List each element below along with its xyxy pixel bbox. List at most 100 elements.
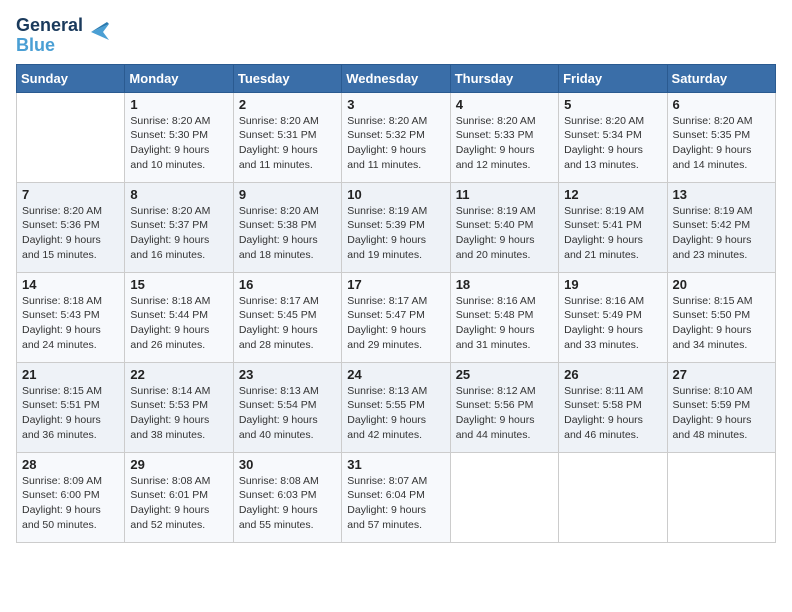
calendar-cell: 25 Sunrise: 8:12 AMSunset: 5:56 PMDaylig…: [450, 362, 558, 452]
calendar-cell: 17 Sunrise: 8:17 AMSunset: 5:47 PMDaylig…: [342, 272, 450, 362]
day-number: 6: [673, 97, 770, 112]
day-number: 8: [130, 187, 227, 202]
day-number: 3: [347, 97, 444, 112]
day-number: 2: [239, 97, 336, 112]
calendar-cell: 5 Sunrise: 8:20 AMSunset: 5:34 PMDayligh…: [559, 92, 667, 182]
day-number: 14: [22, 277, 119, 292]
calendar-cell: [17, 92, 125, 182]
day-info: Sunrise: 8:17 AMSunset: 5:47 PMDaylight:…: [347, 294, 444, 353]
day-info: Sunrise: 8:20 AMSunset: 5:38 PMDaylight:…: [239, 204, 336, 263]
day-info: Sunrise: 8:20 AMSunset: 5:30 PMDaylight:…: [130, 114, 227, 173]
day-info: Sunrise: 8:16 AMSunset: 5:48 PMDaylight:…: [456, 294, 553, 353]
day-info: Sunrise: 8:20 AMSunset: 5:34 PMDaylight:…: [564, 114, 661, 173]
logo-blue: Blue: [16, 36, 55, 56]
day-number: 10: [347, 187, 444, 202]
day-number: 31: [347, 457, 444, 472]
day-info: Sunrise: 8:20 AMSunset: 5:37 PMDaylight:…: [130, 204, 227, 263]
day-info: Sunrise: 8:12 AMSunset: 5:56 PMDaylight:…: [456, 384, 553, 443]
weekday-header-thursday: Thursday: [450, 64, 558, 92]
day-number: 22: [130, 367, 227, 382]
day-info: Sunrise: 8:14 AMSunset: 5:53 PMDaylight:…: [130, 384, 227, 443]
calendar-cell: 11 Sunrise: 8:19 AMSunset: 5:40 PMDaylig…: [450, 182, 558, 272]
day-number: 29: [130, 457, 227, 472]
day-info: Sunrise: 8:11 AMSunset: 5:58 PMDaylight:…: [564, 384, 661, 443]
day-info: Sunrise: 8:16 AMSunset: 5:49 PMDaylight:…: [564, 294, 661, 353]
calendar-cell: 8 Sunrise: 8:20 AMSunset: 5:37 PMDayligh…: [125, 182, 233, 272]
day-info: Sunrise: 8:19 AMSunset: 5:41 PMDaylight:…: [564, 204, 661, 263]
day-number: 9: [239, 187, 336, 202]
calendar-cell: 4 Sunrise: 8:20 AMSunset: 5:33 PMDayligh…: [450, 92, 558, 182]
day-info: Sunrise: 8:07 AMSunset: 6:04 PMDaylight:…: [347, 474, 444, 533]
calendar-cell: 27 Sunrise: 8:10 AMSunset: 5:59 PMDaylig…: [667, 362, 775, 452]
day-number: 16: [239, 277, 336, 292]
day-number: 26: [564, 367, 661, 382]
calendar-cell: 31 Sunrise: 8:07 AMSunset: 6:04 PMDaylig…: [342, 452, 450, 542]
calendar-cell: 14 Sunrise: 8:18 AMSunset: 5:43 PMDaylig…: [17, 272, 125, 362]
calendar-cell: 29 Sunrise: 8:08 AMSunset: 6:01 PMDaylig…: [125, 452, 233, 542]
day-number: 15: [130, 277, 227, 292]
day-info: Sunrise: 8:13 AMSunset: 5:55 PMDaylight:…: [347, 384, 444, 443]
day-number: 5: [564, 97, 661, 112]
day-info: Sunrise: 8:10 AMSunset: 5:59 PMDaylight:…: [673, 384, 770, 443]
calendar-cell: 3 Sunrise: 8:20 AMSunset: 5:32 PMDayligh…: [342, 92, 450, 182]
day-number: 7: [22, 187, 119, 202]
calendar-cell: 7 Sunrise: 8:20 AMSunset: 5:36 PMDayligh…: [17, 182, 125, 272]
calendar-cell: 9 Sunrise: 8:20 AMSunset: 5:38 PMDayligh…: [233, 182, 341, 272]
calendar-cell: 26 Sunrise: 8:11 AMSunset: 5:58 PMDaylig…: [559, 362, 667, 452]
calendar-cell: [450, 452, 558, 542]
day-number: 21: [22, 367, 119, 382]
calendar-cell: 24 Sunrise: 8:13 AMSunset: 5:55 PMDaylig…: [342, 362, 450, 452]
calendar-cell: 18 Sunrise: 8:16 AMSunset: 5:48 PMDaylig…: [450, 272, 558, 362]
calendar-cell: 19 Sunrise: 8:16 AMSunset: 5:49 PMDaylig…: [559, 272, 667, 362]
calendar-table: SundayMondayTuesdayWednesdayThursdayFrid…: [16, 64, 776, 543]
calendar-cell: [667, 452, 775, 542]
day-info: Sunrise: 8:19 AMSunset: 5:39 PMDaylight:…: [347, 204, 444, 263]
calendar-cell: 12 Sunrise: 8:19 AMSunset: 5:41 PMDaylig…: [559, 182, 667, 272]
day-number: 12: [564, 187, 661, 202]
day-number: 25: [456, 367, 553, 382]
weekday-header-saturday: Saturday: [667, 64, 775, 92]
calendar-cell: 20 Sunrise: 8:15 AMSunset: 5:50 PMDaylig…: [667, 272, 775, 362]
day-number: 27: [673, 367, 770, 382]
calendar-cell: 30 Sunrise: 8:08 AMSunset: 6:03 PMDaylig…: [233, 452, 341, 542]
logo-bird-icon: [85, 20, 109, 44]
day-info: Sunrise: 8:20 AMSunset: 5:32 PMDaylight:…: [347, 114, 444, 173]
calendar-cell: 28 Sunrise: 8:09 AMSunset: 6:00 PMDaylig…: [17, 452, 125, 542]
day-info: Sunrise: 8:19 AMSunset: 5:40 PMDaylight:…: [456, 204, 553, 263]
day-info: Sunrise: 8:18 AMSunset: 5:44 PMDaylight:…: [130, 294, 227, 353]
day-number: 23: [239, 367, 336, 382]
calendar-cell: [559, 452, 667, 542]
weekday-header-tuesday: Tuesday: [233, 64, 341, 92]
day-info: Sunrise: 8:15 AMSunset: 5:50 PMDaylight:…: [673, 294, 770, 353]
day-number: 1: [130, 97, 227, 112]
calendar-cell: 22 Sunrise: 8:14 AMSunset: 5:53 PMDaylig…: [125, 362, 233, 452]
day-number: 24: [347, 367, 444, 382]
day-number: 28: [22, 457, 119, 472]
page-header: General Blue: [16, 16, 776, 56]
calendar-cell: 6 Sunrise: 8:20 AMSunset: 5:35 PMDayligh…: [667, 92, 775, 182]
day-number: 11: [456, 187, 553, 202]
calendar-cell: 16 Sunrise: 8:17 AMSunset: 5:45 PMDaylig…: [233, 272, 341, 362]
logo-general: General: [16, 16, 83, 36]
calendar-cell: 10 Sunrise: 8:19 AMSunset: 5:39 PMDaylig…: [342, 182, 450, 272]
day-number: 17: [347, 277, 444, 292]
weekday-header-friday: Friday: [559, 64, 667, 92]
day-info: Sunrise: 8:20 AMSunset: 5:33 PMDaylight:…: [456, 114, 553, 173]
weekday-header-wednesday: Wednesday: [342, 64, 450, 92]
day-info: Sunrise: 8:19 AMSunset: 5:42 PMDaylight:…: [673, 204, 770, 263]
calendar-cell: 15 Sunrise: 8:18 AMSunset: 5:44 PMDaylig…: [125, 272, 233, 362]
day-info: Sunrise: 8:18 AMSunset: 5:43 PMDaylight:…: [22, 294, 119, 353]
day-info: Sunrise: 8:13 AMSunset: 5:54 PMDaylight:…: [239, 384, 336, 443]
day-number: 19: [564, 277, 661, 292]
day-number: 20: [673, 277, 770, 292]
calendar-cell: 13 Sunrise: 8:19 AMSunset: 5:42 PMDaylig…: [667, 182, 775, 272]
logo: General Blue: [16, 16, 109, 56]
weekday-header-sunday: Sunday: [17, 64, 125, 92]
weekday-header-monday: Monday: [125, 64, 233, 92]
day-info: Sunrise: 8:09 AMSunset: 6:00 PMDaylight:…: [22, 474, 119, 533]
day-info: Sunrise: 8:17 AMSunset: 5:45 PMDaylight:…: [239, 294, 336, 353]
calendar-cell: 23 Sunrise: 8:13 AMSunset: 5:54 PMDaylig…: [233, 362, 341, 452]
calendar-cell: 1 Sunrise: 8:20 AMSunset: 5:30 PMDayligh…: [125, 92, 233, 182]
day-info: Sunrise: 8:08 AMSunset: 6:03 PMDaylight:…: [239, 474, 336, 533]
day-info: Sunrise: 8:20 AMSunset: 5:35 PMDaylight:…: [673, 114, 770, 173]
